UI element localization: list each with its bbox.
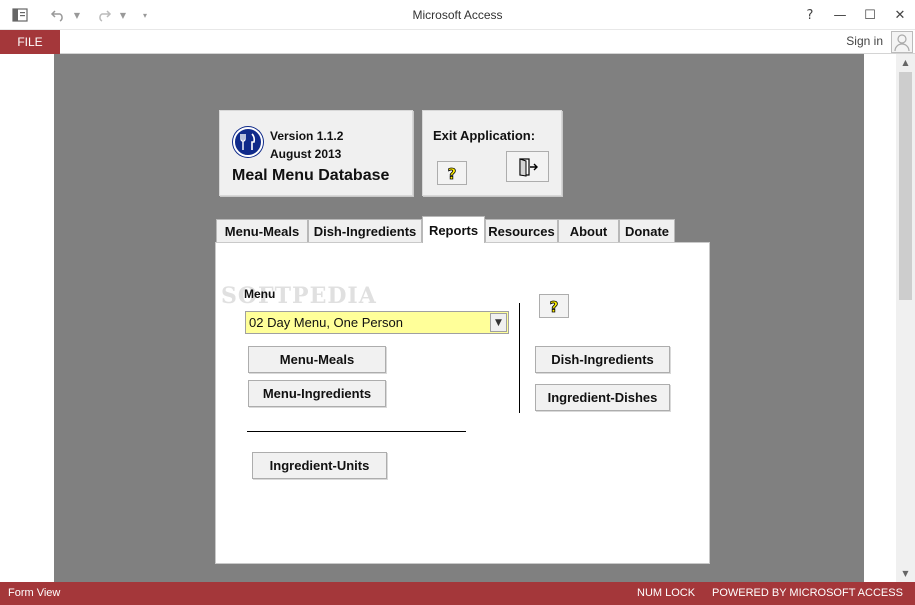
tab-resources[interactable]: Resources <box>485 219 558 242</box>
help-icon[interactable]: ? <box>795 4 825 26</box>
exit-application-button[interactable] <box>506 151 549 182</box>
database-title: Meal Menu Database <box>232 167 390 184</box>
ribbon-tab-row: FILE Sign in <box>0 30 915 54</box>
scroll-up-icon[interactable]: ▲ <box>896 54 915 71</box>
tab-donate[interactable]: Donate <box>619 219 675 242</box>
window-controls: ? — ☐ ✕ <box>795 4 915 26</box>
tab-about[interactable]: About <box>558 219 619 242</box>
version-info: Version 1.1.2 August 2013 <box>270 127 343 163</box>
question-mark-icon: ? <box>549 298 559 315</box>
menu-combobox-value[interactable]: 02 Day Menu, One Person <box>246 315 490 330</box>
reports-help-button[interactable]: ? <box>539 294 569 318</box>
window-title: Microsoft Access <box>412 8 503 22</box>
scroll-down-icon[interactable]: ▼ <box>896 565 915 582</box>
avatar[interactable] <box>891 31 913 53</box>
tab-menu-meals[interactable]: Menu-Meals <box>216 219 308 242</box>
svg-text:?: ? <box>448 165 457 182</box>
ingredient-units-report-button[interactable]: Ingredient-Units <box>252 452 387 479</box>
tab-reports[interactable]: Reports <box>422 216 485 243</box>
status-bar: Form View NUM LOCK POWERED BY MICROSOFT … <box>0 582 915 605</box>
sign-in-link[interactable]: Sign in <box>846 34 883 48</box>
scroll-thumb[interactable] <box>899 72 912 300</box>
question-mark-icon: ? <box>447 165 457 182</box>
menu-label: Menu <box>244 287 276 301</box>
title-bar: ▼ ▼ ▾ Microsoft Access ? — ☐ ✕ <box>0 0 915 30</box>
maximize-icon[interactable]: ☐ <box>855 4 885 26</box>
exit-box: Exit Application: ? <box>422 110 562 196</box>
chevron-down-icon[interactable]: ▼ <box>490 313 507 332</box>
status-powered-by: POWERED BY MICROSOFT ACCESS <box>712 587 903 599</box>
ingredient-dishes-report-button[interactable]: Ingredient-Dishes <box>535 384 670 411</box>
reports-panel: SOFTPEDIA Menu 02 Day Menu, One Person ▼… <box>215 242 710 564</box>
version-date: August 2013 <box>270 147 342 161</box>
menu-ingredients-report-button[interactable]: Menu-Ingredients <box>248 380 386 407</box>
file-tab[interactable]: FILE <box>0 30 60 54</box>
exit-label: Exit Application: <box>433 128 536 143</box>
status-num-lock: NUM LOCK <box>637 587 696 599</box>
form-area: Version 1.1.2 August 2013 Meal Menu Data… <box>54 54 864 582</box>
version-number: Version 1.1.2 <box>270 129 344 143</box>
vertical-scrollbar[interactable]: ▲ ▼ <box>896 54 915 582</box>
divider-vertical <box>519 303 520 413</box>
close-icon[interactable]: ✕ <box>885 4 915 26</box>
menu-meals-report-button[interactable]: Menu-Meals <box>248 346 386 373</box>
tab-dish-ingredients[interactable]: Dish-Ingredients <box>308 219 422 242</box>
status-view-mode: Form View <box>8 587 61 599</box>
help-button[interactable]: ? <box>437 161 467 185</box>
version-box: Version 1.1.2 August 2013 Meal Menu Data… <box>219 110 413 196</box>
minimize-icon[interactable]: — <box>825 4 855 26</box>
svg-text:?: ? <box>550 298 559 315</box>
cutlery-logo-icon <box>233 127 263 157</box>
menu-combobox[interactable]: 02 Day Menu, One Person ▼ <box>245 311 509 334</box>
workspace: Version 1.1.2 August 2013 Meal Menu Data… <box>0 54 915 582</box>
dish-ingredients-report-button[interactable]: Dish-Ingredients <box>535 346 670 373</box>
divider-horizontal <box>247 431 466 432</box>
exit-door-icon <box>518 157 538 177</box>
